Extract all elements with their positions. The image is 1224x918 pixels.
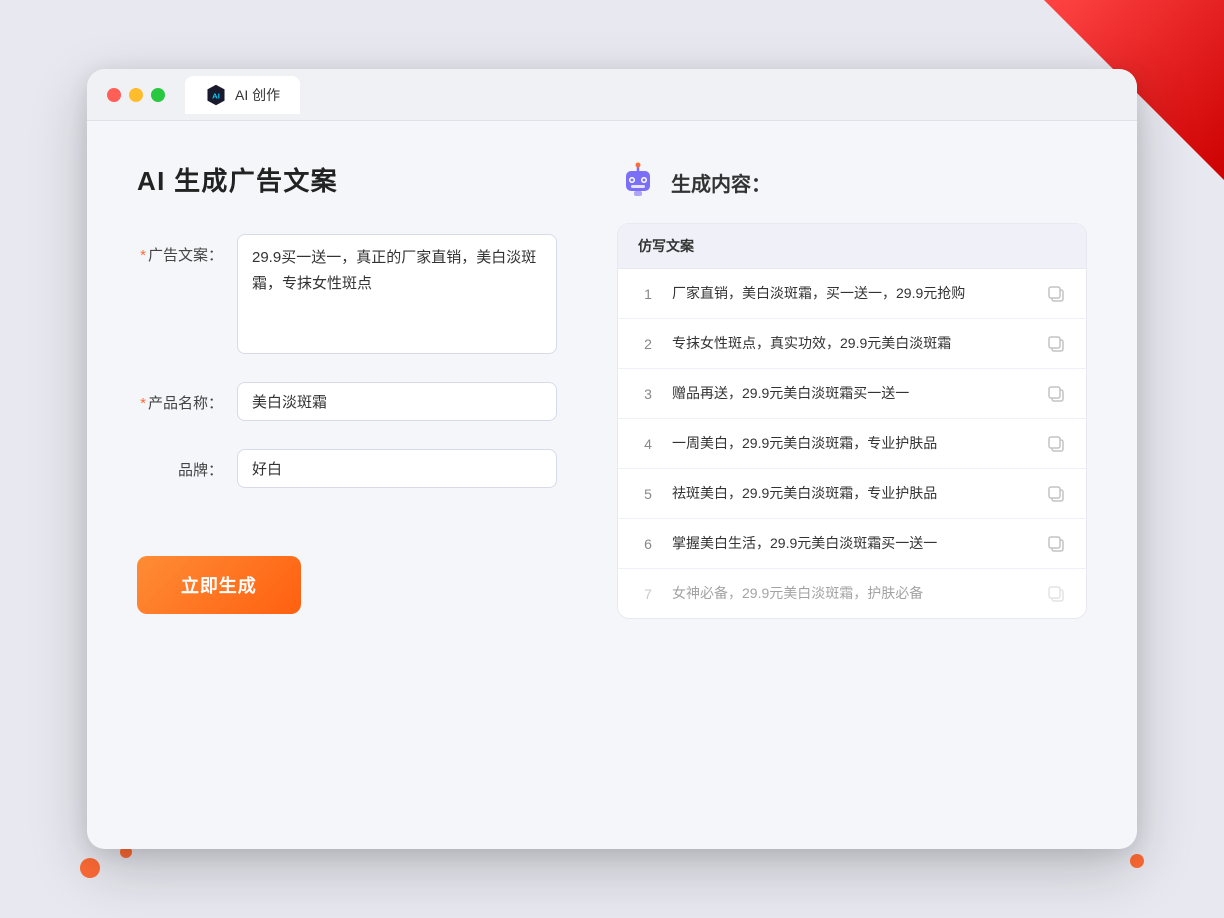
maximize-button[interactable]: [151, 88, 165, 102]
ad-copy-label: *广告文案：: [137, 234, 237, 265]
robot-icon: [617, 161, 659, 203]
result-header: 生成内容：: [617, 161, 1087, 203]
result-number-1: 1: [638, 286, 658, 302]
result-number-7: 7: [638, 586, 658, 602]
result-row-7: 7 女神必备，29.9元美白淡斑霜，护肤必备: [618, 569, 1086, 618]
result-text-4: 一周美白，29.9元美白淡斑霜，专业护肤品: [672, 433, 1032, 454]
main-content: AI 生成广告文案 *广告文案： *产品名称： 品牌： 立: [87, 121, 1137, 849]
result-table: 仿写文案 1 厂家直销，美白淡斑霜，买一送一，29.9元抢购 2 专抹女性斑点，…: [617, 223, 1087, 619]
right-panel: 生成内容： 仿写文案 1 厂家直销，美白淡斑霜，买一送一，29.9元抢购 2: [617, 161, 1087, 809]
result-row-2: 2 专抹女性斑点，真实功效，29.9元美白淡斑霜: [618, 319, 1086, 369]
result-row-4: 4 一周美白，29.9元美白淡斑霜，专业护肤品: [618, 419, 1086, 469]
product-name-label: *产品名称：: [137, 382, 237, 413]
result-number-5: 5: [638, 486, 658, 502]
page-title: AI 生成广告文案: [137, 161, 557, 198]
brand-label: 品牌：: [137, 449, 237, 480]
copy-icon-3[interactable]: [1046, 384, 1066, 404]
close-button[interactable]: [107, 88, 121, 102]
result-number-6: 6: [638, 536, 658, 552]
ad-copy-row: *广告文案：: [137, 234, 557, 354]
result-title: 生成内容：: [671, 168, 771, 197]
result-row-1: 1 厂家直销，美白淡斑霜，买一送一，29.9元抢购: [618, 269, 1086, 319]
ai-tab-icon: AI: [205, 84, 227, 106]
brand-row: 品牌：: [137, 449, 557, 488]
result-text-2: 专抹女性斑点，真实功效，29.9元美白淡斑霜: [672, 333, 1032, 354]
left-panel: AI 生成广告文案 *广告文案： *产品名称： 品牌： 立: [137, 161, 557, 809]
ad-copy-required: *: [140, 247, 146, 264]
result-text-3: 赠品再送，29.9元美白淡斑霜买一送一: [672, 383, 1032, 404]
ai-tab[interactable]: AI AI 创作: [185, 76, 300, 114]
minimize-button[interactable]: [129, 88, 143, 102]
copy-icon-5[interactable]: [1046, 484, 1066, 504]
product-name-required: *: [140, 395, 146, 412]
ad-copy-input[interactable]: [237, 234, 557, 354]
tab-label: AI 创作: [235, 85, 280, 105]
copy-icon-7[interactable]: [1046, 584, 1066, 604]
result-number-3: 3: [638, 386, 658, 402]
product-name-input[interactable]: [237, 382, 557, 421]
title-bar: AI AI 创作: [87, 69, 1137, 121]
result-text-6: 掌握美白生活，29.9元美白淡斑霜买一送一: [672, 533, 1032, 554]
result-text-1: 厂家直销，美白淡斑霜，买一送一，29.9元抢购: [672, 283, 1032, 304]
bg-decoration-dot-3: [1130, 854, 1144, 868]
result-row-6: 6 掌握美白生活，29.9元美白淡斑霜买一送一: [618, 519, 1086, 569]
product-name-row: *产品名称：: [137, 382, 557, 421]
copy-icon-6[interactable]: [1046, 534, 1066, 554]
copy-icon-1[interactable]: [1046, 284, 1066, 304]
brand-input[interactable]: [237, 449, 557, 488]
svg-text:AI: AI: [212, 91, 220, 100]
traffic-lights: [107, 88, 165, 102]
result-number-2: 2: [638, 336, 658, 352]
copy-icon-4[interactable]: [1046, 434, 1066, 454]
result-number-4: 4: [638, 436, 658, 452]
generate-button[interactable]: 立即生成: [137, 556, 301, 614]
result-text-7: 女神必备，29.9元美白淡斑霜，护肤必备: [672, 583, 1032, 604]
copy-icon-2[interactable]: [1046, 334, 1066, 354]
browser-window: AI AI 创作 AI 生成广告文案 *广告文案： *产品名称：: [87, 69, 1137, 849]
result-row-3: 3 赠品再送，29.9元美白淡斑霜买一送一: [618, 369, 1086, 419]
result-text-5: 祛斑美白，29.9元美白淡斑霜，专业护肤品: [672, 483, 1032, 504]
result-table-header: 仿写文案: [618, 224, 1086, 269]
result-row-5: 5 祛斑美白，29.9元美白淡斑霜，专业护肤品: [618, 469, 1086, 519]
bg-decoration-dot-1: [80, 858, 100, 878]
